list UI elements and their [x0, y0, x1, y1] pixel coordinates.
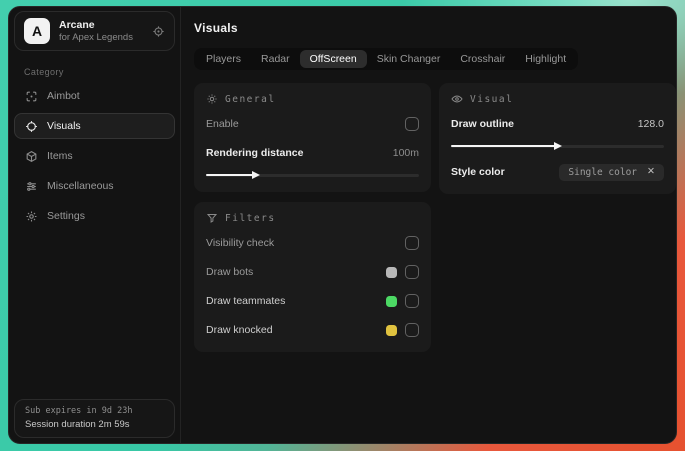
sidebar-item-label: Visuals — [47, 120, 81, 132]
panel-title: Filters — [225, 212, 276, 224]
category-label: Category — [24, 67, 64, 77]
sidebar-item-label: Aimbot — [47, 90, 80, 102]
draw-bots-label: Draw bots — [206, 266, 254, 278]
gear-icon — [25, 210, 38, 223]
sliders-icon — [25, 180, 38, 193]
eye-icon — [451, 93, 463, 105]
tab-radar[interactable]: Radar — [251, 50, 300, 68]
sidebar-item-visuals[interactable]: Visuals — [14, 113, 175, 139]
sidebar: A Arcane for Apex Legends Category Aimbo… — [9, 7, 181, 443]
enable-checkbox[interactable] — [405, 117, 419, 131]
panel-title: General — [225, 93, 276, 105]
main-content: Visuals Players Radar OffScreen Skin Cha… — [181, 7, 676, 443]
sub-expires-text: Sub expires in 9d 23h — [25, 406, 133, 416]
app-name: Arcane — [59, 18, 95, 31]
app-logo: A — [24, 18, 50, 44]
draw-knocked-color-swatch[interactable] — [386, 324, 397, 336]
style-color-select[interactable]: Single color ✕ — [559, 163, 664, 181]
sidebar-item-items[interactable]: Items — [14, 143, 175, 169]
sidebar-item-miscellaneous[interactable]: Miscellaneous — [14, 173, 175, 199]
draw-teammates-label: Draw teammates — [206, 295, 286, 307]
draw-outline-label: Draw outline — [451, 118, 515, 130]
subscription-info-card: Sub expires in 9d 23h Session duration 2… — [14, 399, 175, 438]
crosshair-icon — [25, 120, 38, 133]
funnel-icon — [206, 212, 218, 224]
draw-outline-slider[interactable] — [451, 141, 664, 151]
draw-bots-checkbox[interactable] — [405, 265, 419, 279]
session-duration-text: Session duration 2m 59s — [25, 419, 130, 430]
gear-icon[interactable] — [152, 25, 165, 38]
scan-icon — [25, 90, 38, 103]
tab-offscreen[interactable]: OffScreen — [299, 50, 367, 68]
tab-crosshair[interactable]: Crosshair — [450, 50, 515, 68]
draw-teammates-checkbox[interactable] — [405, 294, 419, 308]
tab-players[interactable]: Players — [196, 50, 251, 68]
visibility-check-checkbox[interactable] — [405, 236, 419, 250]
app-subtitle: for Apex Legends — [59, 31, 133, 43]
draw-knocked-label: Draw knocked — [206, 324, 273, 336]
box-icon — [25, 150, 38, 163]
close-icon[interactable]: ✕ — [647, 167, 655, 177]
visibility-check-label: Visibility check — [206, 237, 275, 249]
sun-icon — [206, 93, 218, 105]
style-color-label: Style color — [451, 166, 505, 178]
slider-fill — [206, 170, 260, 179]
app-header-card: A Arcane for Apex Legends — [14, 11, 175, 51]
style-color-value: Single color — [568, 166, 638, 178]
visual-panel: Visual Draw outline 128.0 Style color Si… — [439, 83, 676, 194]
sidebar-item-label: Miscellaneous — [47, 180, 114, 192]
panel-title: Visual — [470, 93, 514, 105]
tab-skin-changer[interactable]: Skin Changer — [367, 50, 451, 68]
page-title: Visuals — [194, 21, 238, 35]
visuals-tabbar: Players Radar OffScreen Skin Changer Cro… — [194, 48, 579, 70]
sidebar-item-label: Settings — [47, 210, 85, 222]
tab-highlight[interactable]: Highlight — [515, 50, 576, 68]
app-window: A Arcane for Apex Legends Category Aimbo… — [8, 6, 677, 444]
filters-panel: Filters Visibility check Draw bots Draw … — [194, 202, 431, 352]
draw-outline-value: 128.0 — [637, 118, 664, 130]
slider-fill — [451, 141, 563, 150]
draw-bots-color-swatch[interactable] — [386, 266, 397, 278]
general-panel: General Enable Rendering distance 100m — [194, 83, 431, 192]
draw-teammates-color-swatch[interactable] — [386, 295, 397, 307]
enable-label: Enable — [206, 118, 239, 130]
sidebar-item-label: Items — [47, 150, 73, 162]
draw-knocked-checkbox[interactable] — [405, 323, 419, 337]
rendering-distance-value: 100m — [392, 147, 419, 159]
sidebar-item-settings[interactable]: Settings — [14, 203, 175, 229]
rendering-distance-slider[interactable] — [206, 170, 419, 180]
sidebar-nav: Aimbot Visuals Items Miscellaneous Setti… — [9, 83, 180, 229]
rendering-distance-label: Rendering distance — [206, 147, 304, 159]
sidebar-item-aimbot[interactable]: Aimbot — [14, 83, 175, 109]
